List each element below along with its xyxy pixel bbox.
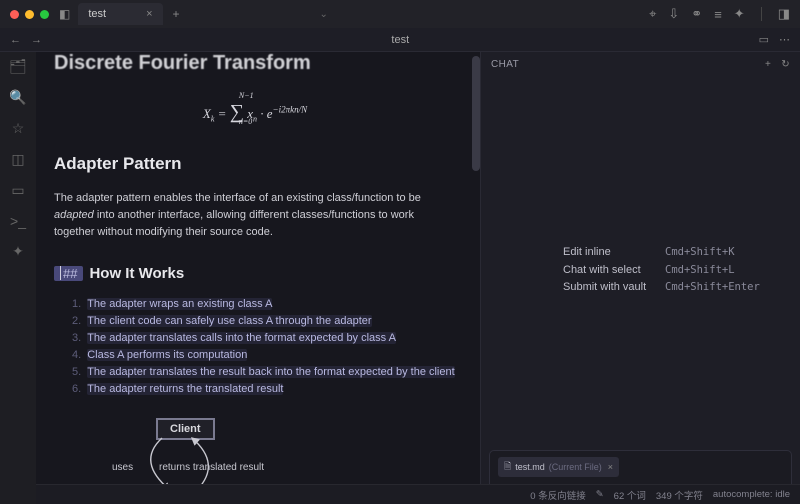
- scrollbar[interactable]: [472, 56, 480, 356]
- adapter-description: The adapter pattern enables the interfac…: [54, 190, 456, 241]
- bookmark-icon[interactable]: ☆: [12, 120, 25, 137]
- shortcut-key: Cmd+Shift+K: [665, 244, 735, 262]
- dropdown-icon[interactable]: ⌄: [320, 9, 328, 20]
- tab-label: test: [88, 8, 106, 20]
- list-item: 4.Class A performs its computation: [72, 347, 456, 364]
- section-heading-adapter: Adapter Pattern: [54, 154, 456, 174]
- book-icon[interactable]: ▭: [759, 33, 769, 46]
- status-words[interactable]: 62 个词: [614, 488, 646, 502]
- desc-text: The adapter pattern enables the interfac…: [54, 192, 421, 204]
- shortcut-key: Cmd+Shift+L: [665, 262, 735, 280]
- attachment-name: test.md: [515, 462, 545, 472]
- back-button[interactable]: ←: [10, 34, 21, 46]
- remove-attachment-icon[interactable]: ×: [608, 462, 613, 472]
- steps-list: 1.The adapter wraps an existing class A …: [54, 296, 456, 398]
- markdown-heading-marker[interactable]: ##: [54, 266, 83, 281]
- minimize-window-icon[interactable]: [25, 10, 34, 19]
- list-item: 5.The adapter translates the result back…: [72, 364, 456, 381]
- status-backlinks[interactable]: 0 条反向链接: [530, 488, 585, 502]
- desc-text-post: into another interface, allowing differe…: [54, 209, 414, 238]
- download-icon[interactable]: ⇩: [668, 6, 679, 22]
- divider: [761, 7, 762, 21]
- close-window-icon[interactable]: [10, 10, 19, 19]
- desc-em: adapted: [54, 209, 94, 221]
- edit-icon[interactable]: ✎: [596, 489, 604, 500]
- titlebar: ◧ test × + ⌄ ⌖ ⇩ ⚭ ≡ ✦ ◨: [0, 0, 800, 28]
- command-icon[interactable]: >_: [10, 213, 26, 229]
- editor-toolbar: ← → test ▭ ⋯: [0, 28, 800, 52]
- chat-attachment[interactable]: 🗎 test.md (Current File) ×: [498, 457, 619, 477]
- traffic-lights: [0, 10, 59, 19]
- diagram-label-uses: uses: [112, 462, 133, 473]
- more-menu-icon[interactable]: ⋯: [779, 33, 790, 46]
- sidebar-toggle-icon[interactable]: ◧: [59, 7, 70, 21]
- list-item: 3.The adapter translates calls into the …: [72, 330, 456, 347]
- maximize-window-icon[interactable]: [40, 10, 49, 19]
- list-item: 1.The adapter wraps an existing class A: [72, 296, 456, 313]
- new-chat-icon[interactable]: +: [765, 59, 771, 70]
- section-heading-how-it-works: How It Works: [89, 265, 184, 282]
- forward-button[interactable]: →: [31, 34, 42, 46]
- list-icon[interactable]: ≡: [714, 7, 722, 22]
- history-icon[interactable]: ↻: [781, 59, 790, 70]
- new-tab-button[interactable]: +: [173, 7, 180, 21]
- close-tab-icon[interactable]: ×: [146, 8, 152, 20]
- search-icon[interactable]: 🔍: [9, 89, 26, 106]
- tab-test[interactable]: test ×: [78, 3, 162, 25]
- diagram-label-returns: returns translated result: [159, 462, 264, 473]
- status-bar: 0 条反向链接 ✎ 62 个词 349 个字符 autocomplete: id…: [36, 484, 800, 504]
- chat-panel: CHAT + ↻ Edit inline Cmd+Shift+K Chat wit…: [480, 52, 800, 504]
- math-formula: Xk = ∑ xn · e−i2πkn/N N−1n=0: [54, 101, 456, 124]
- document-body[interactable]: Discrete Fourier Transform Xk = ∑ xn · e…: [36, 52, 480, 504]
- graph-icon[interactable]: ◫: [11, 151, 24, 168]
- sparkle-icon[interactable]: ✦: [734, 6, 745, 22]
- chat-shortcuts: Edit inline Cmd+Shift+K Chat with select C…: [563, 244, 760, 297]
- panel-toggle-icon[interactable]: ◨: [778, 6, 790, 22]
- list-item: 6.The adapter returns the translated res…: [72, 381, 456, 398]
- layers-icon[interactable]: ▭: [11, 182, 24, 199]
- shortcut-label: Edit inline: [563, 244, 655, 262]
- breadcrumb: test: [42, 34, 759, 46]
- shortcut-label: Submit with vault: [563, 279, 655, 297]
- chat-title: CHAT: [491, 59, 519, 70]
- activity-bar: 🗂 🔍 ☆ ◫ ▭ >_ ✦: [0, 52, 36, 504]
- status-autocomplete[interactable]: autocomplete: idle: [713, 489, 790, 500]
- attachment-tag: (Current File): [549, 462, 602, 472]
- ai-icon[interactable]: ✦: [12, 243, 24, 260]
- link-icon[interactable]: ⚭: [691, 6, 702, 22]
- list-item: 2.The client code can safely use class A…: [72, 313, 456, 330]
- files-icon[interactable]: 🗂: [9, 58, 27, 75]
- shortcut-label: Chat with select: [563, 262, 655, 280]
- status-chars[interactable]: 349 个字符: [656, 488, 703, 502]
- editor-pane: Discrete Fourier Transform Xk = ∑ xn · e…: [36, 52, 480, 504]
- page-title: Discrete Fourier Transform: [54, 52, 456, 75]
- shortcut-key: Cmd+Shift+Enter: [665, 279, 760, 297]
- file-icon: 🗎: [504, 459, 511, 475]
- compass-icon[interactable]: ⌖: [649, 6, 656, 22]
- scroll-thumb[interactable]: [472, 56, 480, 171]
